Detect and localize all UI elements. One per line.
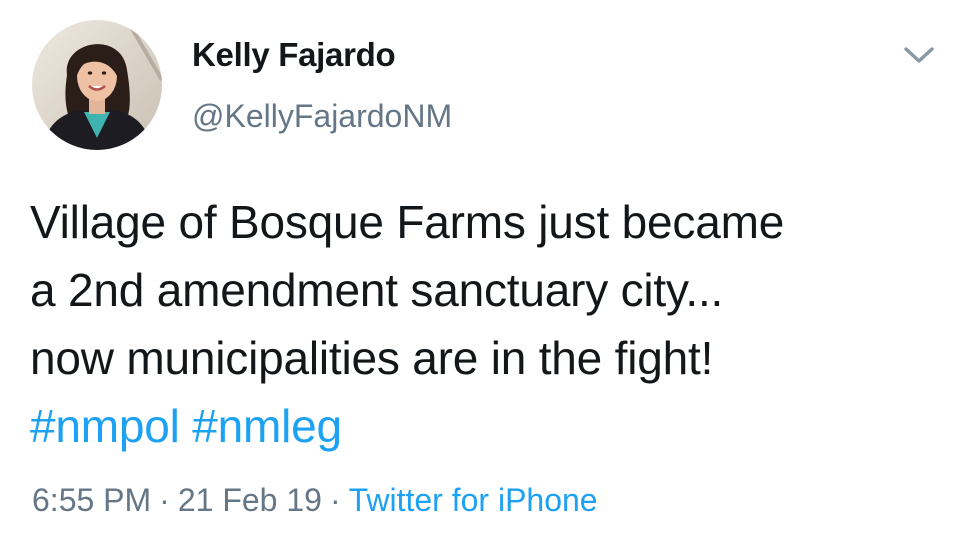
hashtag-link[interactable]: #nmleg bbox=[192, 400, 342, 452]
tweet-meta: 6:55 PM · 21 Feb 19 · Twitter for iPhone bbox=[32, 482, 598, 519]
tweet-text-line: now municipalities are in the fight! bbox=[30, 332, 714, 384]
chevron-down-icon[interactable] bbox=[903, 46, 935, 66]
hashtag-link[interactable]: #nmpol bbox=[30, 400, 180, 452]
profile-photo bbox=[32, 20, 162, 150]
handle[interactable]: @KellyFajardoNM bbox=[192, 98, 452, 135]
display-name[interactable]: Kelly Fajardo bbox=[192, 36, 396, 74]
tweet-card: Kelly Fajardo @KellyFajardoNM Village of… bbox=[0, 0, 960, 552]
hashtag-line: #nmpol #nmleg bbox=[30, 392, 950, 460]
avatar[interactable] bbox=[32, 20, 162, 150]
tweet-source-link[interactable]: Twitter for iPhone bbox=[349, 482, 598, 518]
tweet-time[interactable]: 6:55 PM bbox=[32, 482, 151, 518]
meta-separator: · bbox=[159, 482, 170, 518]
tweet-date[interactable]: 21 Feb 19 bbox=[178, 482, 322, 518]
tweet-text: Village of Bosque Farms just became a 2n… bbox=[30, 188, 950, 460]
meta-separator: · bbox=[329, 482, 341, 518]
tweet-text-line: a 2nd amendment sanctuary city... bbox=[30, 264, 724, 316]
tweet-text-line: Village of Bosque Farms just became bbox=[30, 196, 785, 248]
